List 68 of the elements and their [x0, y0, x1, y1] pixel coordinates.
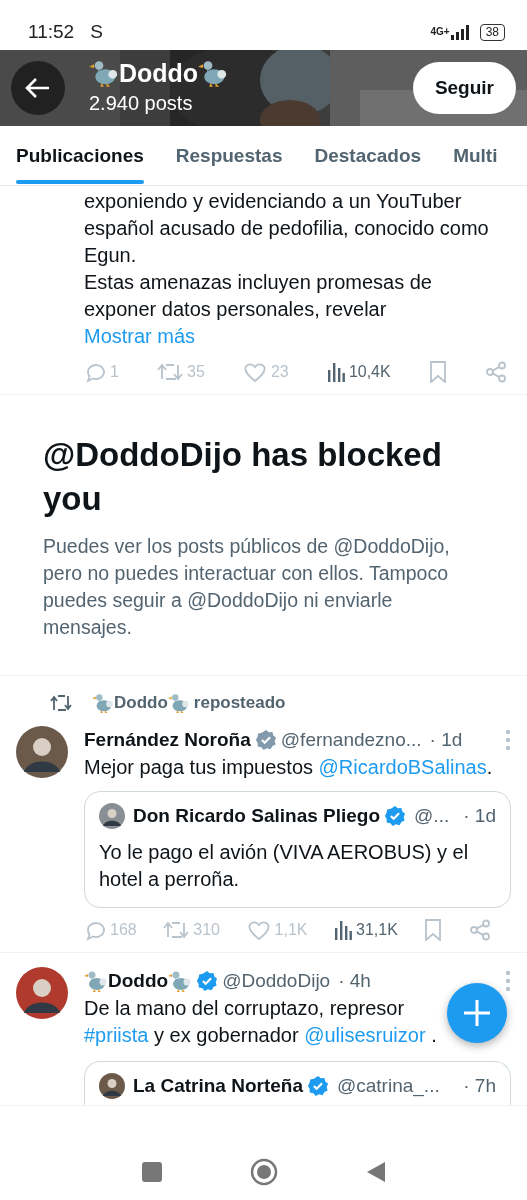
repost-icon — [50, 693, 72, 712]
dodo-icon — [198, 58, 229, 88]
battery-level: 38 — [479, 23, 505, 41]
blocked-message: Puedes ver los posts públicos de @DoddoDijo, pero no puedes interactuar con ellos. Tampoco puedes seguir a @DoddoDijo ni enviarle mensajes. — [43, 534, 451, 640]
repost-icon[interactable] — [157, 361, 184, 383]
bookmark-icon[interactable] — [428, 361, 447, 383]
user-name: Don Ricardo Salinas Pliego — [133, 804, 381, 828]
user-handle: @catrina_... — [337, 1074, 440, 1099]
network-label: 4G+ — [430, 27, 450, 37]
recent-apps-icon[interactable] — [141, 1162, 162, 1182]
more-options-icon[interactable] — [505, 728, 511, 751]
view-count: 31,1K — [356, 919, 398, 940]
bookmark-icon[interactable] — [424, 918, 443, 941]
post-text: exponiendo y evidenciando a un YouTuber español acusado de pedofilia, conocido como Egun. Estas amenazas incluyen promesas de exponer datos personales, revelar Mostrar más — [84, 189, 490, 349]
tab[interactable]: Publicaciones — [16, 126, 144, 185]
back-icon[interactable] — [365, 1161, 386, 1183]
home-icon[interactable] — [249, 1158, 278, 1186]
blocked-title: @DoddoDijo has blocked you — [43, 435, 443, 519]
carrier-label: S — [90, 19, 103, 44]
compose-button[interactable] — [447, 982, 507, 1043]
back-arrow-icon — [25, 77, 51, 99]
user-name: Doddo — [108, 968, 169, 993]
user-name: Fernández Noroña — [84, 727, 251, 752]
views-chart-icon[interactable] — [326, 362, 345, 382]
post-time: · 7h — [463, 1074, 496, 1098]
reply-icon[interactable] — [84, 361, 106, 383]
quoted-post[interactable]: Don Ricardo Salinas Pliego @... · 1d Yo le pago el avión (VIVA AEROBUS) y el hotel a perroña. — [84, 791, 511, 908]
views-chart-icon[interactable] — [334, 919, 352, 940]
like-count: 23 — [270, 362, 289, 382]
reply-count: 168 — [110, 919, 137, 940]
clock-time: 11:52 — [28, 19, 75, 44]
tab[interactable]: Destacados — [314, 126, 422, 185]
avatar — [16, 966, 68, 1019]
post-time: · 4h — [338, 968, 371, 993]
repost-count: 35 — [187, 362, 205, 382]
user-name: La Catrina Norteña — [133, 1074, 303, 1098]
repost-label: reposteado — [193, 692, 286, 714]
avatar — [99, 1073, 125, 1100]
post-time: · 1d — [429, 727, 463, 752]
share-icon[interactable] — [484, 361, 507, 383]
heart-icon[interactable] — [246, 918, 271, 941]
share-icon[interactable] — [468, 918, 491, 941]
quoted-text: Yo le pago el avión (VIVA AEROBUS) y el hotel a perroña. — [99, 839, 470, 892]
tab[interactable]: Multi — [453, 126, 498, 185]
user-name: Doddo — [119, 59, 199, 87]
avatar — [16, 725, 68, 778]
user-handle: @DoddoDijo — [222, 968, 331, 993]
view-count: 10,4K — [348, 362, 391, 382]
dodo-icon — [92, 691, 114, 714]
tab[interactable]: Respuestas — [175, 126, 283, 185]
avatar — [99, 803, 125, 830]
post-count: 2.940 posts — [89, 91, 194, 116]
more-options-icon[interactable] — [505, 969, 511, 992]
heart-icon[interactable] — [242, 361, 267, 383]
user-handle: @... — [414, 804, 450, 828]
quoted-post[interactable]: La Catrina Norteña @catrina_... · 7h — [84, 1061, 511, 1105]
user-name: Doddo — [114, 692, 168, 714]
post-text: De la mano del corruptazo, represor #priista y ex gobernador @ulisesruizor . — [84, 996, 438, 1048]
plus-icon — [462, 997, 492, 1028]
user-handle: @fernandezno... — [280, 727, 422, 752]
post-text: Mejor paga tus impuestos @RicardoBSalinas. — [84, 755, 494, 780]
post-time: · 1d — [463, 804, 496, 828]
signal-icon — [449, 24, 472, 40]
repost-count: 310 — [193, 919, 220, 940]
dodo-icon — [167, 691, 190, 714]
reply-count: 1 — [110, 362, 119, 382]
dodo-icon — [89, 58, 119, 88]
like-count: 1,1K — [274, 919, 308, 940]
